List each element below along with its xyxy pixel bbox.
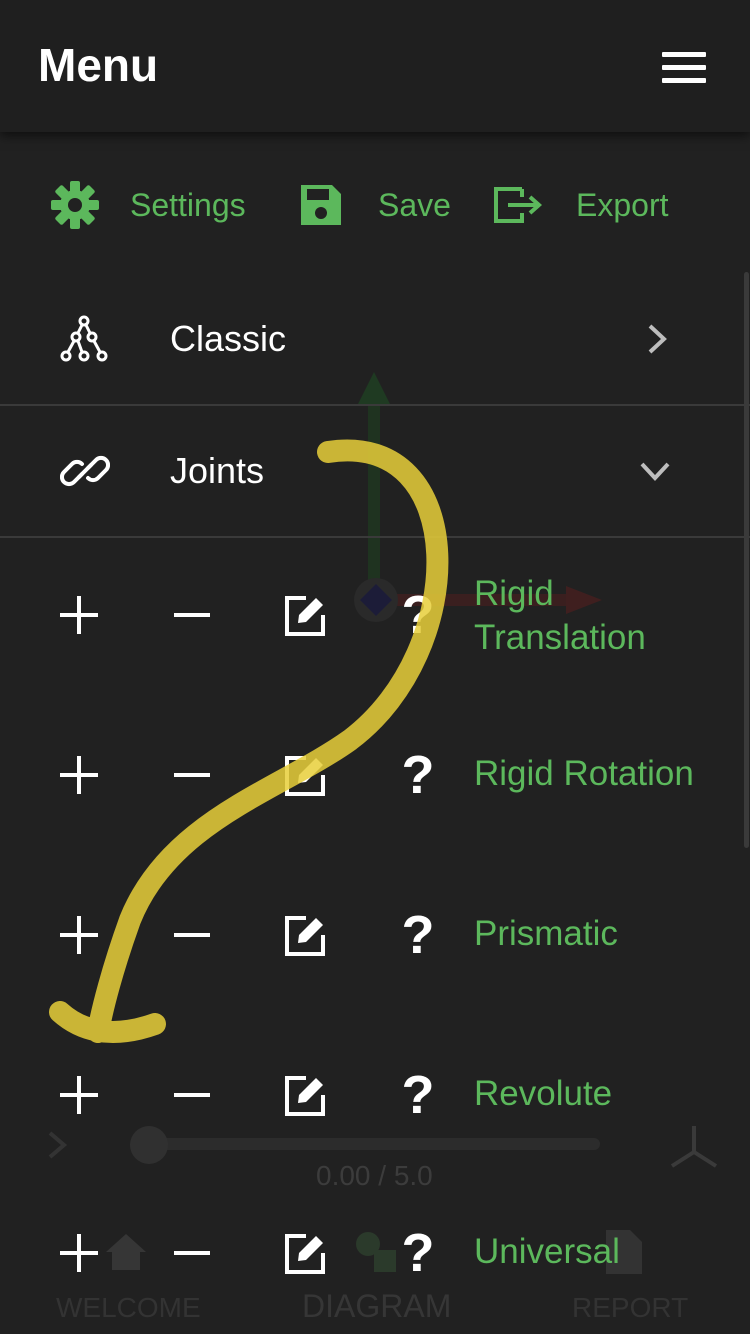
joint-row-revolute: ? Revolute bbox=[0, 1034, 750, 1154]
section-classic[interactable]: Classic bbox=[0, 274, 750, 406]
joint-row-rigid-translation: ? Rigid Translation bbox=[0, 554, 750, 674]
joint-row-rigid-rotation: ? Rigid Rotation bbox=[0, 714, 750, 834]
plus-icon[interactable] bbox=[60, 596, 98, 634]
joint-label[interactable]: Universal bbox=[474, 1230, 734, 1274]
minus-icon[interactable] bbox=[174, 916, 210, 954]
plus-icon[interactable] bbox=[60, 916, 98, 954]
minus-icon[interactable] bbox=[174, 1234, 210, 1272]
save-icon bbox=[298, 182, 344, 228]
edit-icon[interactable] bbox=[282, 753, 328, 804]
joint-label[interactable]: Rigid Translation bbox=[474, 572, 734, 660]
joint-label[interactable]: Rigid Rotation bbox=[474, 752, 744, 796]
export-icon bbox=[492, 185, 546, 225]
minus-icon[interactable] bbox=[174, 1076, 210, 1114]
action-bar: Settings Save Export bbox=[0, 170, 750, 240]
settings-button[interactable]: Settings bbox=[50, 170, 246, 240]
time-readout: 0.00 / 5.0 bbox=[316, 1160, 433, 1191]
plus-icon[interactable] bbox=[60, 1076, 98, 1114]
help-icon[interactable]: ? bbox=[396, 904, 440, 966]
joint-label[interactable]: Revolute bbox=[474, 1072, 734, 1116]
edit-icon[interactable] bbox=[282, 593, 328, 644]
section-joints-label: Joints bbox=[170, 450, 265, 491]
minus-icon[interactable] bbox=[174, 756, 210, 794]
gear-icon bbox=[50, 180, 100, 230]
help-icon[interactable]: ? bbox=[396, 1064, 440, 1126]
save-button[interactable]: Save bbox=[298, 170, 451, 240]
link-icon bbox=[59, 446, 111, 501]
edit-icon[interactable] bbox=[282, 1231, 328, 1282]
joint-label-line: Rigid bbox=[474, 574, 554, 613]
minus-icon[interactable] bbox=[174, 596, 210, 634]
edit-icon[interactable] bbox=[282, 913, 328, 964]
joint-row-prismatic: ? Prismatic bbox=[0, 874, 750, 994]
page-title: Menu bbox=[38, 39, 159, 91]
help-icon[interactable]: ? bbox=[396, 584, 440, 646]
export-button[interactable]: Export bbox=[492, 170, 668, 240]
chevron-down-icon bbox=[638, 456, 672, 491]
joint-label[interactable]: Prismatic bbox=[474, 912, 734, 956]
app-header: Menu bbox=[0, 0, 750, 132]
export-label: Export bbox=[576, 186, 669, 223]
plus-icon[interactable] bbox=[60, 1234, 98, 1272]
section-classic-label: Classic bbox=[170, 318, 287, 359]
section-joints[interactable]: Joints bbox=[0, 406, 750, 538]
help-icon[interactable]: ? bbox=[396, 1222, 440, 1284]
graph-icon bbox=[58, 314, 110, 371]
edit-icon[interactable] bbox=[282, 1073, 328, 1124]
settings-label: Settings bbox=[130, 186, 246, 223]
chevron-right-icon bbox=[640, 322, 672, 361]
save-label: Save bbox=[378, 186, 451, 223]
menu-icon[interactable] bbox=[662, 52, 706, 84]
help-icon[interactable]: ? bbox=[396, 744, 440, 806]
joint-label-line: Translation bbox=[474, 618, 646, 657]
joint-row-universal: ? Universal bbox=[0, 1192, 750, 1312]
plus-icon[interactable] bbox=[60, 756, 98, 794]
